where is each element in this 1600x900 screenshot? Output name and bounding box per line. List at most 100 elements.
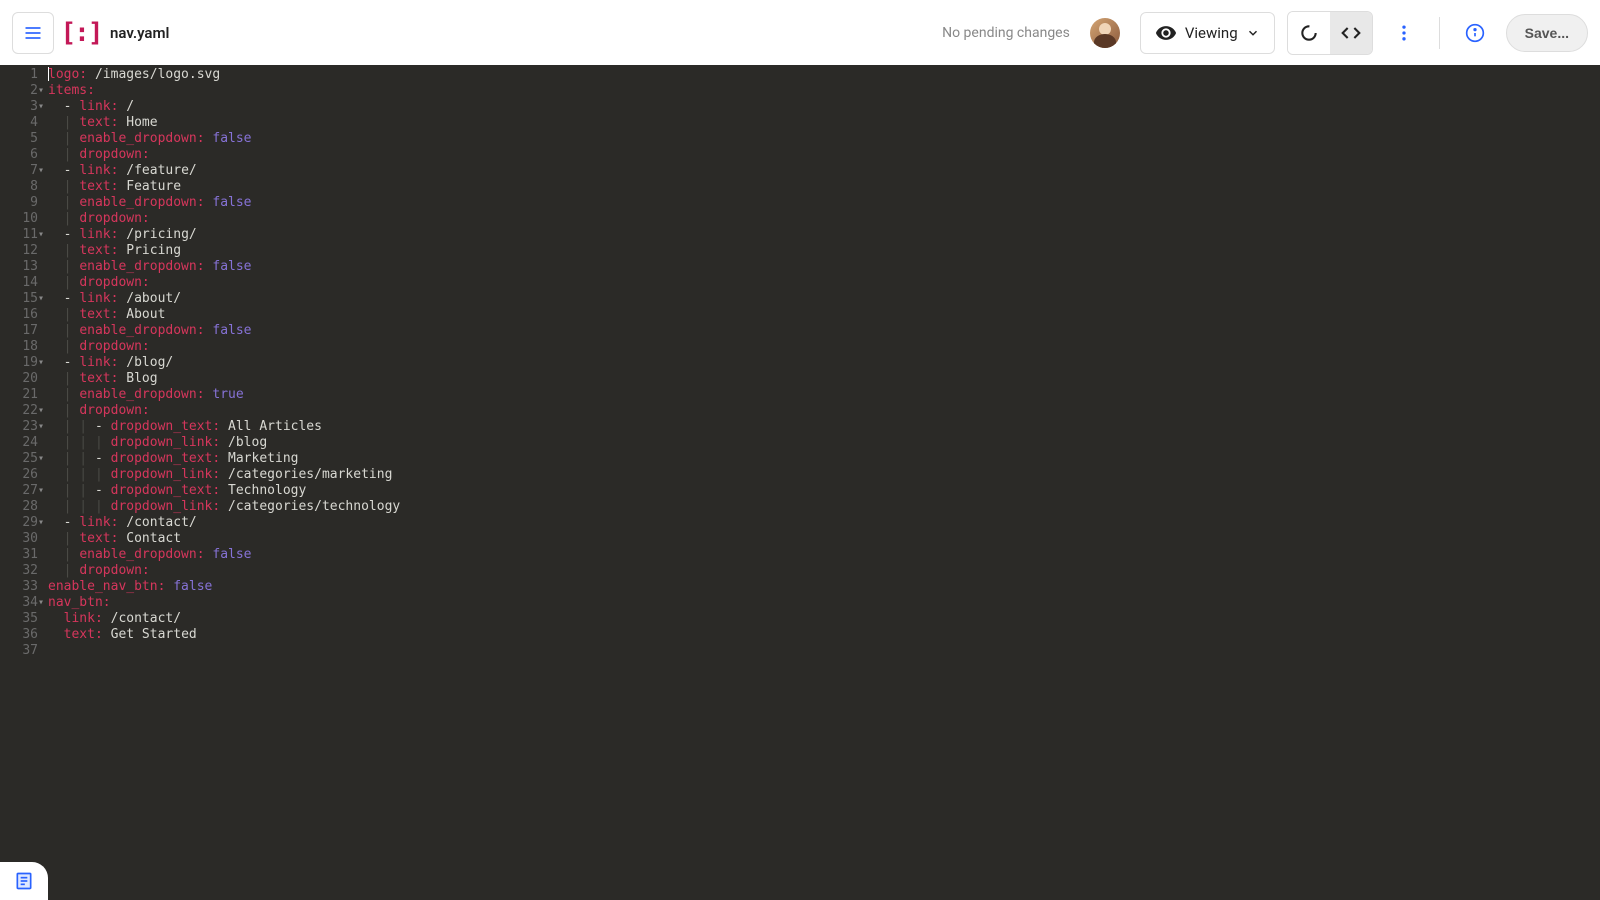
view-mode-dropdown[interactable]: Viewing	[1140, 12, 1275, 54]
line-number: 35	[0, 611, 38, 627]
hamburger-icon	[23, 23, 43, 43]
filename-label: nav.yaml	[110, 24, 169, 42]
code-line[interactable]: | dropdown:	[48, 339, 1600, 355]
code-line[interactable]: | enable_dropdown: false	[48, 547, 1600, 563]
code-line[interactable]: nav_btn:	[48, 595, 1600, 611]
code-line[interactable]: | text: Feature	[48, 179, 1600, 195]
line-number: 11▾	[0, 227, 38, 243]
code-line[interactable]: | | | dropdown_link: /categories/marketi…	[48, 467, 1600, 483]
line-number: 30	[0, 531, 38, 547]
line-number: 24	[0, 435, 38, 451]
code-line[interactable]: enable_nav_btn: false	[48, 579, 1600, 595]
save-button[interactable]: Save...	[1506, 14, 1588, 52]
fold-toggle[interactable]: ▾	[38, 483, 44, 499]
code-line[interactable]: | enable_dropdown: true	[48, 387, 1600, 403]
book-icon	[14, 871, 34, 891]
code-line[interactable]: | enable_dropdown: false	[48, 195, 1600, 211]
line-number: 37	[0, 643, 38, 659]
code-line[interactable]: text: Get Started	[48, 627, 1600, 643]
line-number: 19▾	[0, 355, 38, 371]
pending-changes-status: No pending changes	[942, 25, 1070, 41]
code-line[interactable]: - link: /contact/	[48, 515, 1600, 531]
preview-mode-button[interactable]	[1288, 12, 1330, 54]
code-line[interactable]: | dropdown:	[48, 275, 1600, 291]
code-line[interactable]: | text: Blog	[48, 371, 1600, 387]
line-number: 12	[0, 243, 38, 259]
line-number: 10	[0, 211, 38, 227]
code-line[interactable]: items:	[48, 83, 1600, 99]
code-line[interactable]: logo: /images/logo.svg	[48, 67, 1600, 83]
fold-toggle[interactable]: ▾	[38, 595, 44, 611]
code-line[interactable]: - link: /about/	[48, 291, 1600, 307]
line-number: 1	[0, 67, 38, 83]
code-line[interactable]: | text: Home	[48, 115, 1600, 131]
line-number: 36	[0, 627, 38, 643]
code-line[interactable]: | dropdown:	[48, 147, 1600, 163]
line-number: 33	[0, 579, 38, 595]
code-line[interactable]: | enable_dropdown: false	[48, 131, 1600, 147]
code-line[interactable]: - link: /	[48, 99, 1600, 115]
code-line[interactable]: | dropdown:	[48, 403, 1600, 419]
line-number: 25▾	[0, 451, 38, 467]
line-number: 8	[0, 179, 38, 195]
fold-toggle[interactable]: ▾	[38, 419, 44, 435]
line-number: 4	[0, 115, 38, 131]
loading-circle-icon	[1299, 23, 1319, 43]
code-line[interactable]: - link: /blog/	[48, 355, 1600, 371]
code-line[interactable]: | text: Pricing	[48, 243, 1600, 259]
line-number: 3▾	[0, 99, 38, 115]
code-line[interactable]: | dropdown:	[48, 563, 1600, 579]
fold-toggle[interactable]: ▾	[38, 451, 44, 467]
more-options-button[interactable]	[1385, 14, 1423, 52]
fold-toggle[interactable]: ▾	[38, 163, 44, 179]
info-button[interactable]	[1456, 14, 1494, 52]
code-line[interactable]: - link: /feature/	[48, 163, 1600, 179]
code-line[interactable]: - link: /pricing/	[48, 227, 1600, 243]
code-line[interactable]: | text: About	[48, 307, 1600, 323]
dots-vertical-icon	[1394, 23, 1414, 43]
code-line[interactable]: | enable_dropdown: false	[48, 323, 1600, 339]
code-line[interactable]: | dropdown:	[48, 211, 1600, 227]
line-number: 13	[0, 259, 38, 275]
fold-toggle[interactable]: ▾	[38, 403, 44, 419]
line-number: 5	[0, 131, 38, 147]
fold-toggle[interactable]: ▾	[38, 83, 44, 99]
line-number: 7▾	[0, 163, 38, 179]
code-line[interactable]: link: /contact/	[48, 611, 1600, 627]
fold-toggle[interactable]: ▾	[38, 227, 44, 243]
line-number: 20	[0, 371, 38, 387]
code-content[interactable]: logo: /images/logo.svgitems: - link: / |…	[46, 65, 1600, 900]
code-line[interactable]: | text: Contact	[48, 531, 1600, 547]
line-number: 18	[0, 339, 38, 355]
text-cursor	[48, 67, 49, 81]
bottom-tab-button[interactable]	[0, 862, 48, 900]
line-number: 2▾	[0, 83, 38, 99]
line-number: 15▾	[0, 291, 38, 307]
header-divider	[1439, 17, 1440, 49]
code-line[interactable]: | | | dropdown_link: /categories/technol…	[48, 499, 1600, 515]
fold-toggle[interactable]: ▾	[38, 355, 44, 371]
fold-toggle[interactable]: ▾	[38, 291, 44, 307]
fold-toggle[interactable]: ▾	[38, 515, 44, 531]
app-logo: [:]	[66, 18, 96, 48]
line-number: 28	[0, 499, 38, 515]
code-mode-button[interactable]	[1330, 12, 1372, 54]
code-line[interactable]: | enable_dropdown: false	[48, 259, 1600, 275]
code-line[interactable]: | | - dropdown_text: Technology	[48, 483, 1600, 499]
line-number: 6	[0, 147, 38, 163]
line-number: 22▾	[0, 403, 38, 419]
editor-mode-toggle	[1287, 11, 1373, 55]
menu-button[interactable]	[12, 12, 54, 54]
view-mode-label: Viewing	[1185, 24, 1238, 42]
code-line[interactable]: | | - dropdown_text: All Articles	[48, 419, 1600, 435]
line-gutter: 12▾3▾4567▾891011▾12131415▾16171819▾20212…	[0, 65, 46, 900]
code-line[interactable]: | | | dropdown_link: /blog	[48, 435, 1600, 451]
line-number: 9	[0, 195, 38, 211]
code-line[interactable]	[48, 643, 1600, 659]
user-avatar[interactable]	[1090, 18, 1120, 48]
line-number: 31	[0, 547, 38, 563]
fold-toggle[interactable]: ▾	[38, 99, 44, 115]
code-editor[interactable]: 12▾3▾4567▾891011▾12131415▾16171819▾20212…	[0, 65, 1600, 900]
header-bar: [:] nav.yaml No pending changes Viewing …	[0, 0, 1600, 65]
code-line[interactable]: | | - dropdown_text: Marketing	[48, 451, 1600, 467]
